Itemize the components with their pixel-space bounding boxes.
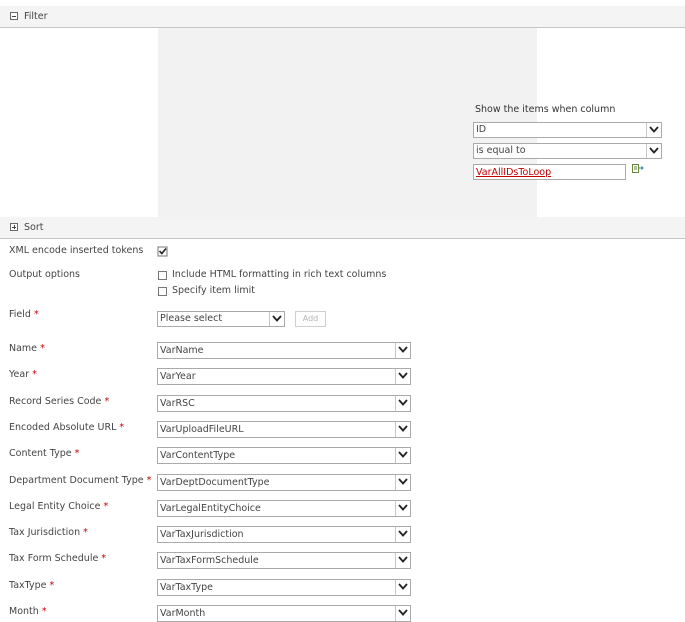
mapping-label: Encoded Absolute URL * (9, 422, 124, 433)
required-marker: * (74, 448, 80, 459)
xml-encode-label: XML encode inserted tokens (9, 245, 144, 256)
mapping-select[interactable]: VarUploadFileURL (157, 421, 411, 438)
chevron-down-icon[interactable] (395, 580, 410, 595)
required-marker: * (103, 501, 109, 512)
mapping-select[interactable]: VarYear (157, 368, 411, 385)
chevron-down-icon[interactable] (395, 553, 410, 568)
field-label-text: Field (9, 309, 31, 320)
mapping-select-value: VarLegalEntityChoice (160, 503, 261, 514)
include-html-checkbox[interactable] (158, 271, 167, 280)
lookup-icon[interactable] (632, 164, 644, 178)
filter-value-text: VarAllIDsToLoop (476, 167, 552, 178)
mapping-select-value: VarTaxType (160, 582, 213, 593)
mapping-label-text: Tax Jurisdiction (9, 527, 81, 538)
mapping-label-text: Legal Entity Choice (9, 501, 101, 512)
sort-section-header[interactable]: Sort (0, 217, 685, 239)
required-marker: * (119, 422, 125, 433)
chevron-down-icon[interactable] (395, 475, 410, 490)
mapping-label: Content Type * (9, 448, 79, 459)
mapping-select[interactable]: VarTaxFormSchedule (157, 552, 411, 569)
chevron-down-icon[interactable] (646, 123, 661, 137)
mapping-label: TaxType * (9, 580, 54, 591)
chevron-down-icon[interactable] (269, 312, 284, 326)
mapping-label: Name * (9, 343, 45, 354)
mapping-label: Year * (9, 369, 37, 380)
required-marker: * (33, 309, 39, 320)
mapping-select-value: VarMonth (160, 608, 206, 619)
mapping-select-value: VarYear (160, 371, 196, 382)
expand-icon[interactable] (10, 223, 18, 231)
item-limit-checkbox[interactable] (158, 287, 167, 296)
field-select-value: Please select (160, 313, 223, 324)
chevron-down-icon[interactable] (395, 422, 410, 437)
mapping-label: Record Series Code * (9, 396, 109, 407)
filter-column-value: ID (476, 124, 487, 135)
mapping-select-value: VarName (160, 345, 204, 356)
filter-operator-value: is equal to (476, 145, 526, 156)
item-limit-label: Specify item limit (172, 285, 255, 296)
output-options-label: Output options (9, 269, 81, 280)
filter-header-label: Filter (24, 11, 48, 22)
required-marker: * (104, 396, 110, 407)
mapping-label: Legal Entity Choice * (9, 501, 108, 512)
mapping-label: Tax Jurisdiction * (9, 527, 88, 538)
required-marker: * (146, 475, 152, 486)
mapping-select[interactable]: VarTaxType (157, 579, 411, 596)
filter-value-input[interactable]: VarAllIDsToLoop (473, 164, 626, 180)
mapping-label-text: Record Series Code (9, 396, 102, 407)
field-select[interactable]: Please select (157, 311, 285, 327)
filter-operator-select[interactable]: is equal to (473, 143, 662, 159)
required-marker: * (83, 527, 88, 538)
mapping-select[interactable]: VarLegalEntityChoice (157, 500, 411, 517)
mapping-select-value: VarTaxJurisdiction (160, 529, 244, 540)
chevron-down-icon[interactable] (395, 369, 410, 384)
filter-column-select[interactable]: ID (473, 122, 662, 138)
filter-section-header[interactable]: Filter (0, 6, 685, 28)
include-html-label: Include HTML formatting in rich text col… (172, 269, 387, 280)
mapping-label-text: TaxType (9, 580, 47, 591)
required-marker: * (40, 343, 45, 354)
mapping-label-text: Content Type (9, 448, 72, 459)
required-marker: * (49, 580, 55, 591)
mapping-label-text: Encoded Absolute URL (9, 422, 117, 433)
mapping-label-text: Tax Form Schedule (9, 553, 99, 564)
mapping-label: Tax Form Schedule * (9, 553, 106, 564)
chevron-down-icon[interactable] (395, 448, 410, 463)
mapping-select[interactable]: VarName (157, 342, 411, 359)
add-field-button[interactable]: Add (295, 311, 326, 327)
xml-encode-checkbox[interactable] (157, 246, 168, 257)
chevron-down-icon[interactable] (395, 527, 410, 542)
collapse-icon[interactable] (10, 12, 18, 20)
chevron-down-icon[interactable] (395, 501, 410, 516)
mapping-label: Department Document Type * (9, 475, 151, 486)
chevron-down-icon[interactable] (646, 144, 661, 158)
required-marker: * (101, 553, 107, 564)
chevron-down-icon[interactable] (395, 396, 410, 411)
mapping-label-text: Name (9, 343, 38, 354)
chevron-down-icon[interactable] (395, 343, 410, 358)
mapping-select-value: VarContentType (160, 450, 236, 461)
mapping-select-value: VarUploadFileURL (160, 424, 244, 435)
mapping-label-text: Department Document Type (9, 475, 144, 486)
mapping-label-text: Year (9, 369, 30, 380)
mapping-select-value: VarRSC (160, 398, 195, 409)
mapping-select[interactable]: VarRSC (157, 395, 411, 412)
sort-header-label: Sort (24, 222, 44, 233)
field-label: Field * (9, 309, 39, 320)
mapping-select[interactable]: VarContentType (157, 447, 411, 464)
required-marker: * (32, 369, 37, 380)
mapping-select-value: VarTaxFormSchedule (160, 555, 259, 566)
chevron-down-icon[interactable] (395, 606, 410, 621)
mapping-select-value: VarDeptDocumentType (160, 477, 270, 488)
mapping-select[interactable]: VarDeptDocumentType (157, 474, 411, 491)
mapping-select[interactable]: VarTaxJurisdiction (157, 526, 411, 543)
filter-condition-label: Show the items when column (475, 104, 616, 115)
